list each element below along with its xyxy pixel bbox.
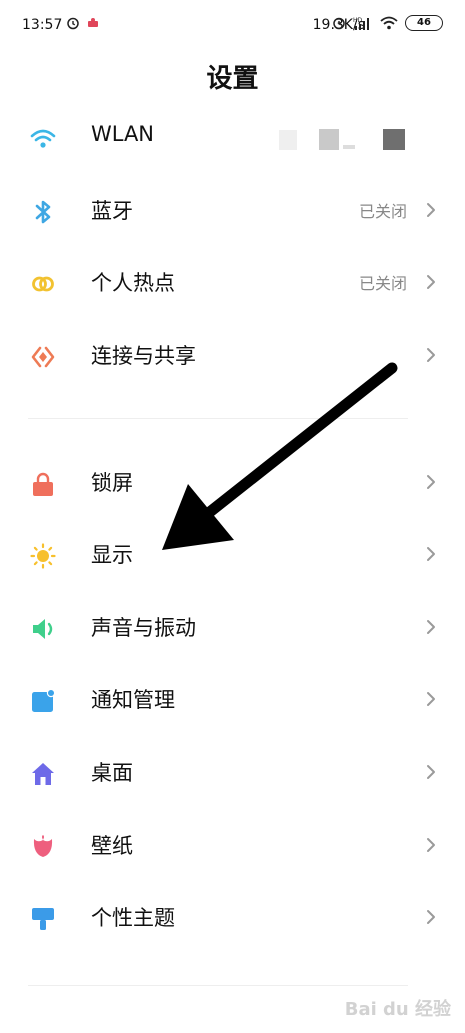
annotation-arrow: [162, 362, 398, 550]
watermark: Bai du 经验: [344, 999, 451, 1020]
